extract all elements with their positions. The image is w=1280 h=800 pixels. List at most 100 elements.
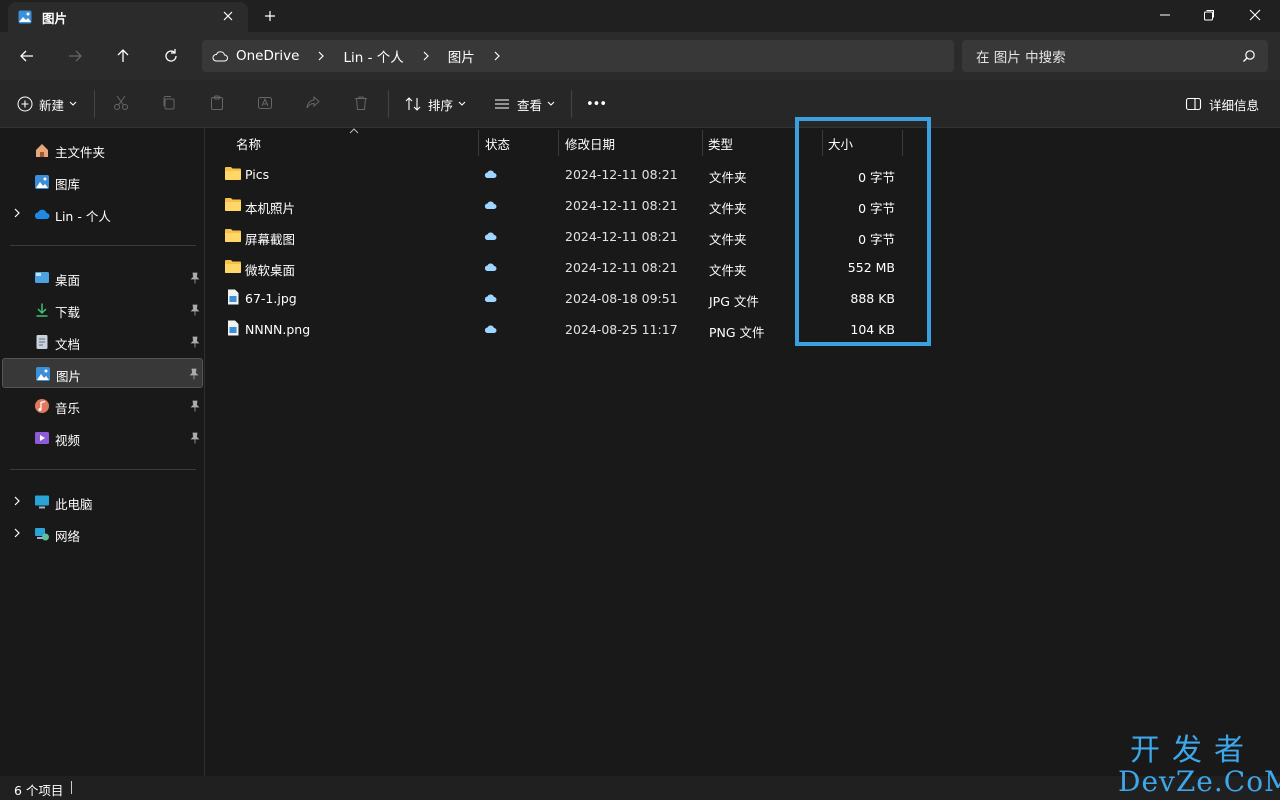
file-name[interactable]: NNNN.png xyxy=(245,322,310,337)
chevron-right-icon[interactable] xyxy=(12,208,22,218)
tab-pictures[interactable]: 图片 xyxy=(8,2,248,32)
file-row-67-1-jpg[interactable]: 67-1.jpg 2024-08-18 09:51 JPG 文件 888 KB xyxy=(216,283,1216,314)
sidebar-item-gallery[interactable]: 图库 xyxy=(2,167,203,197)
sort-ascending-icon xyxy=(349,128,359,134)
title-bar: 图片 xyxy=(0,0,1280,32)
up-icon[interactable] xyxy=(113,46,133,66)
search-input[interactable]: 在 图片 中搜索 xyxy=(962,40,1268,72)
column-header-type[interactable]: 类型 xyxy=(708,134,733,153)
image-file-icon xyxy=(228,320,239,336)
search-icon[interactable] xyxy=(1242,49,1256,63)
forward-icon[interactable] xyxy=(65,46,85,66)
new-button[interactable]: 新建 xyxy=(17,93,84,115)
sidebar-item-music[interactable]: 音乐 xyxy=(2,391,203,421)
refresh-icon[interactable] xyxy=(161,46,181,66)
minimize-icon[interactable] xyxy=(1156,6,1174,24)
paste-icon[interactable] xyxy=(208,94,226,112)
file-date: 2024-12-11 08:21 xyxy=(565,198,678,213)
view-label: 查看 xyxy=(517,97,543,113)
column-divider[interactable] xyxy=(822,130,823,156)
column-divider[interactable] xyxy=(902,130,903,156)
back-icon[interactable] xyxy=(17,46,37,66)
folder-icon xyxy=(225,260,241,273)
chevron-right-icon[interactable] xyxy=(12,496,22,506)
column-header-name[interactable]: 名称 xyxy=(236,134,261,153)
watermark-logo: 开发者 DevZe.CoM xyxy=(1118,733,1280,797)
column-header-modified[interactable]: 修改日期 xyxy=(565,134,615,153)
chevron-right-icon[interactable] xyxy=(420,50,432,62)
delete-icon[interactable] xyxy=(352,94,370,112)
pin-icon[interactable] xyxy=(189,368,199,380)
file-name[interactable]: 微软桌面 xyxy=(245,260,295,279)
close-tab-icon[interactable] xyxy=(220,8,236,24)
music-icon xyxy=(35,399,49,413)
column-header-status[interactable]: 状态 xyxy=(485,134,510,153)
breadcrumb-pictures[interactable]: 图片 xyxy=(448,46,475,66)
sidebar-item-downloads[interactable]: 下载 xyxy=(2,295,203,325)
tab-title: 图片 xyxy=(42,10,68,26)
breadcrumb-lin[interactable]: Lin - 个人 xyxy=(343,46,403,66)
column-divider[interactable] xyxy=(478,130,479,156)
navigation-pane: 主文件夹 图库 Lin - 个人 桌面 下载 文档 图片 音乐 视频 此电脑 网… xyxy=(0,128,205,776)
details-label: 详细信息 xyxy=(1209,97,1260,113)
file-row-screenshots[interactable]: 屏幕截图 2024-12-11 08:21 文件夹 0 字节 xyxy=(216,221,1216,252)
pictures-icon xyxy=(18,10,32,24)
address-bar[interactable]: OneDrive Lin - 个人 图片 xyxy=(202,40,954,72)
file-row-pics[interactable]: Pics 2024-12-11 08:21 文件夹 0 字节 xyxy=(216,159,1216,190)
sidebar-item-pictures[interactable]: 图片 xyxy=(2,358,203,388)
pin-icon[interactable] xyxy=(190,432,200,444)
file-name[interactable]: Pics xyxy=(245,167,269,182)
restore-icon[interactable] xyxy=(1200,6,1218,24)
sidebar-item-desktop[interactable]: 桌面 xyxy=(2,263,203,293)
sort-label: 排序 xyxy=(428,97,454,113)
sort-button[interactable]: 排序 xyxy=(404,93,473,115)
chevron-right-icon[interactable] xyxy=(491,50,503,62)
file-type: 文件夹 xyxy=(709,232,747,247)
copy-icon[interactable] xyxy=(160,94,178,112)
search-placeholder: 在 图片 中搜索 xyxy=(976,50,1066,66)
file-name[interactable]: 67-1.jpg xyxy=(245,291,297,306)
breadcrumb-onedrive[interactable]: OneDrive xyxy=(236,48,299,64)
pin-icon[interactable] xyxy=(190,272,200,284)
file-type: 文件夹 xyxy=(709,263,747,278)
file-name[interactable]: 屏幕截图 xyxy=(245,229,295,248)
view-button[interactable]: 查看 xyxy=(493,93,562,115)
sidebar-item-network[interactable]: 网络 xyxy=(2,519,203,549)
pin-icon[interactable] xyxy=(190,304,200,316)
folder-icon xyxy=(225,167,241,180)
pin-icon[interactable] xyxy=(190,400,200,412)
cut-icon[interactable] xyxy=(112,94,130,112)
details-pane-button[interactable]: 详细信息 xyxy=(1185,93,1259,115)
file-row-local-photos[interactable]: 本机照片 2024-12-11 08:21 文件夹 0 字节 xyxy=(216,190,1216,221)
sidebar-item-onedrive[interactable]: Lin - 个人 xyxy=(2,199,203,229)
cloud-status-icon xyxy=(484,232,497,240)
file-type: 文件夹 xyxy=(709,201,747,216)
pictures-icon xyxy=(36,367,50,381)
navigation-bar: OneDrive Lin - 个人 图片 在 图片 中搜索 xyxy=(0,32,1280,80)
close-window-icon[interactable] xyxy=(1246,6,1264,24)
sidebar-item-documents[interactable]: 文档 xyxy=(2,327,203,357)
folder-icon xyxy=(225,229,241,242)
chevron-right-icon[interactable] xyxy=(12,528,22,538)
sidebar-item-home[interactable]: 主文件夹 xyxy=(2,135,203,165)
file-name[interactable]: 本机照片 xyxy=(245,198,295,217)
command-bar: 新建 排序 查看 ••• 详细信息 xyxy=(0,80,1280,128)
gallery-icon xyxy=(35,175,49,189)
more-options-button[interactable]: ••• xyxy=(586,93,607,115)
sidebar-item-videos[interactable]: 视频 xyxy=(2,423,203,453)
column-divider[interactable] xyxy=(558,130,559,156)
rename-icon[interactable] xyxy=(256,94,274,112)
file-row-nnnn-png[interactable]: NNNN.png 2024-08-25 11:17 PNG 文件 104 KB xyxy=(216,314,1216,345)
file-date: 2024-12-11 08:21 xyxy=(565,260,678,275)
sidebar-item-this-pc[interactable]: 此电脑 xyxy=(2,487,203,517)
watermark-line1: 开发者 xyxy=(1130,733,1256,768)
file-row-microsoft-desktop[interactable]: 微软桌面 2024-12-11 08:21 文件夹 552 MB xyxy=(216,252,1216,283)
chevron-right-icon[interactable] xyxy=(315,50,327,62)
divider xyxy=(388,90,389,118)
column-divider[interactable] xyxy=(702,130,703,156)
column-header-size[interactable]: 大小 xyxy=(828,134,853,153)
new-tab-icon[interactable] xyxy=(262,8,278,24)
file-type: PNG 文件 xyxy=(709,325,765,340)
share-icon[interactable] xyxy=(304,94,322,112)
pin-icon[interactable] xyxy=(190,336,200,348)
